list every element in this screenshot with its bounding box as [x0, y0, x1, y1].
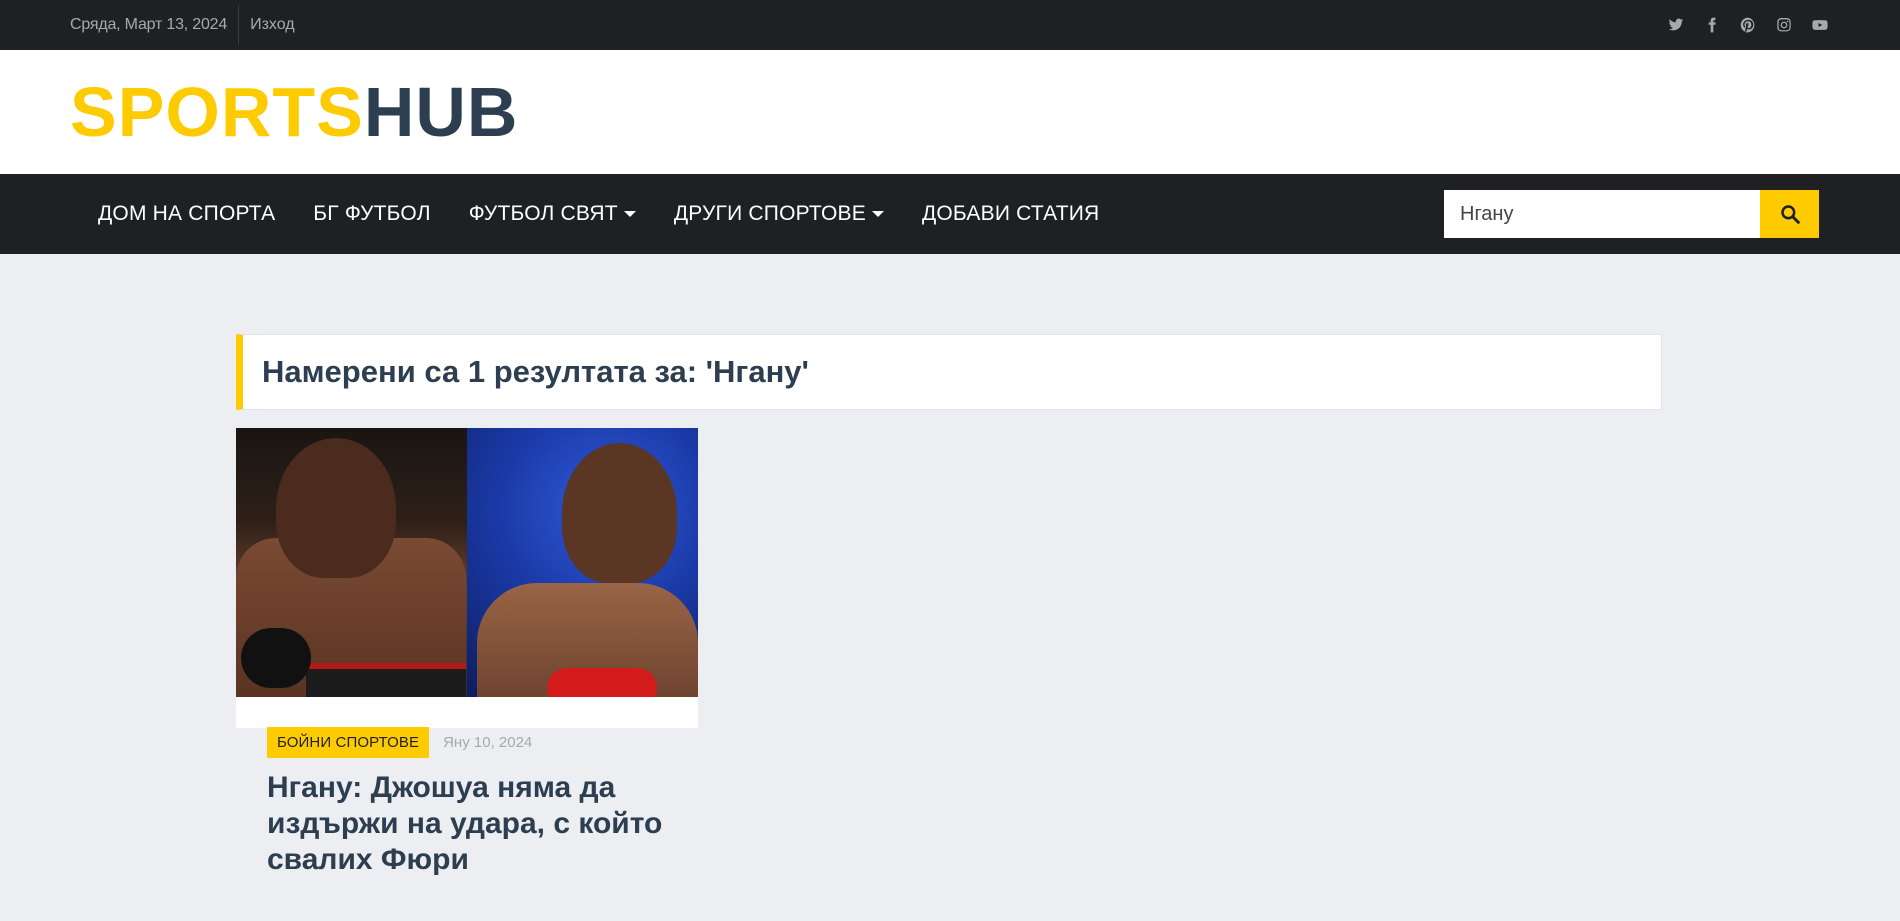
article-title: Нгану: Джошуа няма да издържи на удара, … [267, 771, 663, 876]
social-links [1666, 15, 1830, 35]
nav-item-other-sports[interactable]: ДРУГИ СПОРТОВЕ [674, 202, 884, 226]
logo-band: SPORTSHUB [0, 50, 1900, 174]
article-body: БОЙНИ СПОРТОВЕ Яну 10, 2024 Нгану: Джошу… [236, 697, 698, 878]
logout-link[interactable]: Изход [239, 16, 295, 34]
caret-down-icon [623, 211, 636, 217]
caret-down-icon [871, 211, 884, 217]
category-badge[interactable]: БОЙНИ СПОРТОВЕ [267, 727, 430, 758]
search-results-header: Намерени са 1 резултата за: 'Нгану' [236, 334, 1662, 410]
nav-item-world-football[interactable]: ФУТБОЛ СВЯТ [469, 202, 636, 226]
current-date: Сряда, Март 13, 2024 [70, 5, 240, 45]
nav-links: ДОМ НА СПОРТА БГ ФУТБОЛ ФУТБОЛ СВЯТ ДРУГ… [98, 202, 1099, 226]
logo-part-sports: SPORTS [70, 73, 364, 151]
site-logo[interactable]: SPORTSHUB [70, 77, 518, 147]
nav-item-label: ФУТБОЛ СВЯТ [468, 202, 618, 225]
nav-item-label: ДОБАВИ СТАТИЯ [921, 202, 1100, 225]
search-icon [1780, 205, 1800, 224]
search-button[interactable] [1760, 190, 1819, 238]
nav-item-home[interactable]: ДОМ НА СПОРТА [98, 202, 275, 226]
image-right-fighter [467, 428, 698, 697]
youtube-icon[interactable] [1810, 15, 1830, 35]
nav-item-bg-football[interactable]: БГ ФУТБОЛ [313, 202, 430, 226]
top-bar: Сряда, Март 13, 2024 Изход [0, 0, 1900, 50]
article-meta: БОЙНИ СПОРТОВЕ Яну 10, 2024 [267, 727, 667, 758]
twitter-icon[interactable] [1666, 15, 1686, 35]
article-date: Яну 10, 2024 [443, 734, 533, 751]
nav-item-label: ДОМ НА СПОРТА [98, 202, 276, 225]
search-form [1444, 190, 1819, 238]
top-bar-left: Сряда, Март 13, 2024 Изход [70, 0, 295, 50]
instagram-icon[interactable] [1774, 15, 1794, 35]
image-left-fighter [236, 428, 467, 697]
main-content: Намерени са 1 резултата за: 'Нгану' БОЙН… [0, 254, 1900, 876]
pinterest-icon[interactable] [1738, 15, 1758, 35]
search-input[interactable] [1444, 190, 1760, 238]
logo-part-hub: HUB [363, 73, 519, 151]
main-navigation: ДОМ НА СПОРТА БГ ФУТБОЛ ФУТБОЛ СВЯТ ДРУГ… [0, 174, 1900, 254]
nav-item-label: ДРУГИ СПОРТОВЕ [673, 202, 866, 225]
nav-item-add-article[interactable]: ДОБАВИ СТАТИЯ [922, 202, 1099, 226]
article-card[interactable]: БОЙНИ СПОРТОВЕ Яну 10, 2024 Нгану: Джошу… [236, 428, 698, 876]
page-title: Намерени са 1 резултата за: 'Нгану' [262, 354, 809, 389]
article-image[interactable] [236, 428, 698, 697]
nav-item-label: БГ ФУТБОЛ [313, 202, 431, 225]
facebook-icon[interactable] [1702, 15, 1722, 35]
article-title-link[interactable]: Нгану: Джошуа няма да издържи на удара, … [267, 770, 667, 878]
